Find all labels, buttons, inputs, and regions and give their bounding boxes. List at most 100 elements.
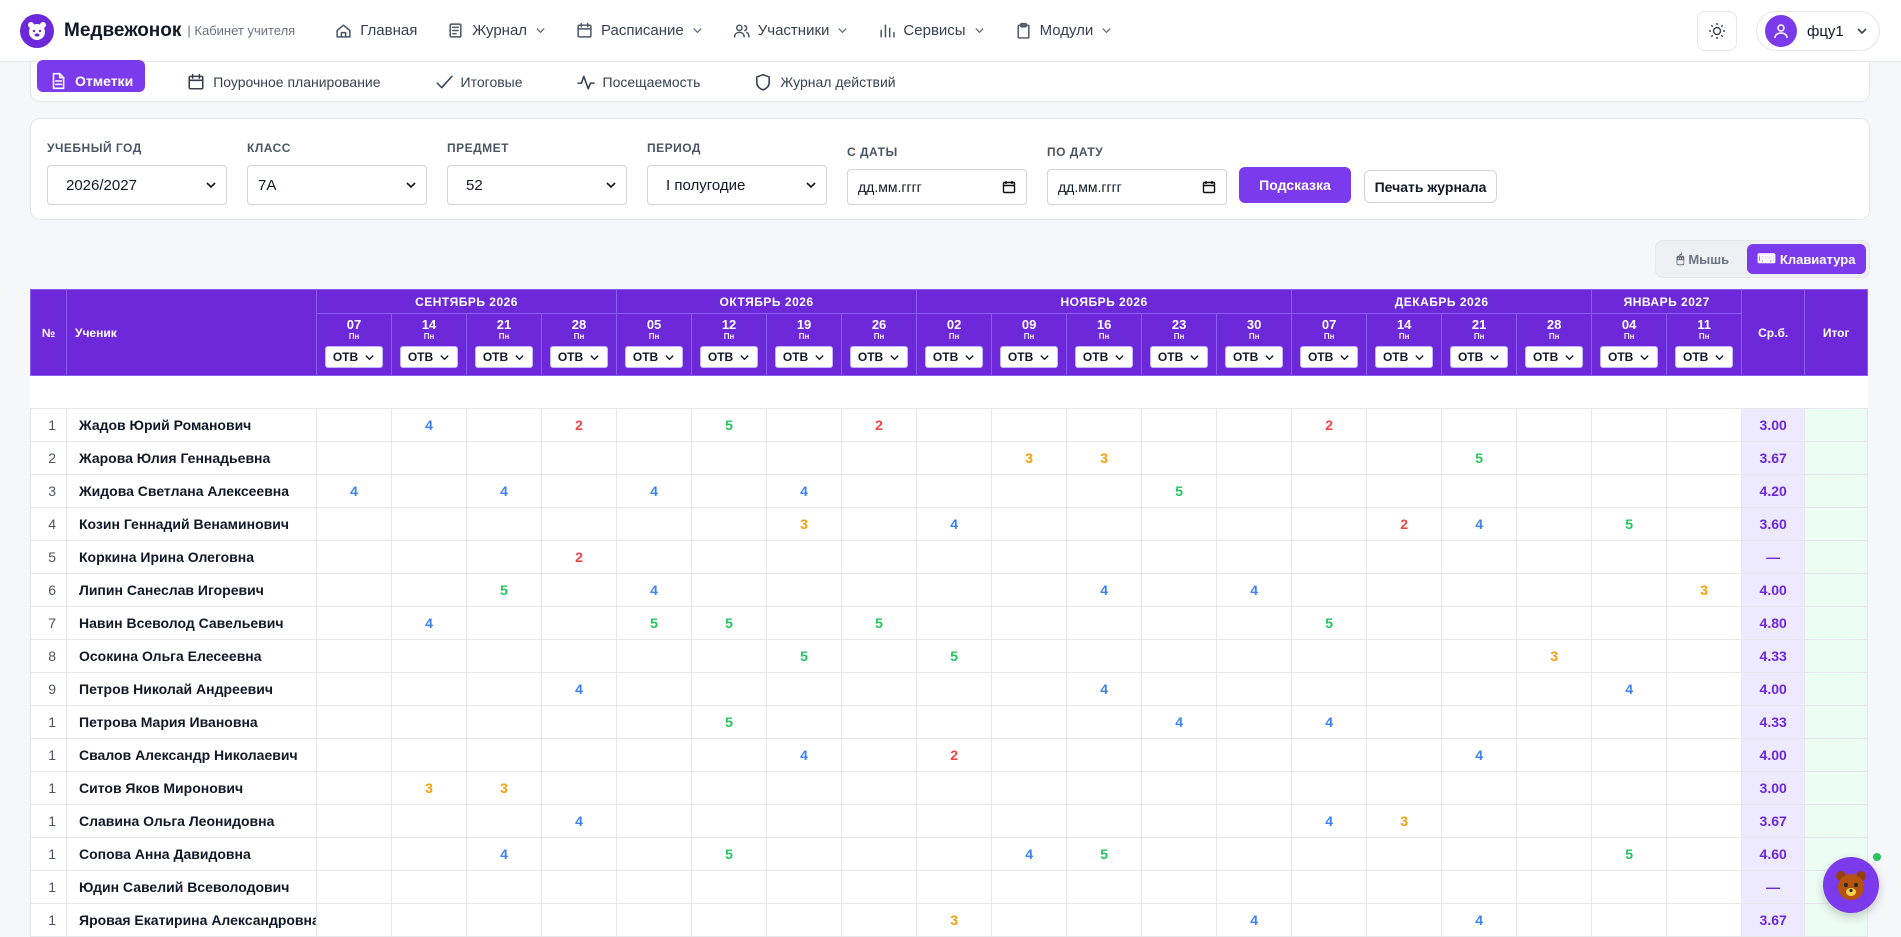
grade-cell[interactable] xyxy=(1591,738,1668,772)
grade-cell[interactable] xyxy=(1291,507,1368,541)
grade-cell[interactable] xyxy=(1441,771,1518,805)
grade-cell[interactable]: 5 xyxy=(1441,441,1518,475)
tab-0[interactable]: Отметки xyxy=(37,59,146,92)
grade-cell[interactable] xyxy=(991,507,1068,541)
student-name[interactable]: Петров Николай Андреевич xyxy=(66,672,317,706)
grade-cell[interactable] xyxy=(691,738,768,772)
grade-cell[interactable] xyxy=(391,540,467,574)
grade-cell[interactable] xyxy=(540,870,618,904)
grade-cell[interactable] xyxy=(1066,771,1143,805)
grade-cell[interactable]: 4 xyxy=(1591,672,1668,706)
grade-cell[interactable] xyxy=(691,474,768,508)
grade-cell[interactable] xyxy=(1441,474,1518,508)
grade-cell[interactable] xyxy=(1441,540,1518,574)
grade-cell[interactable] xyxy=(316,804,392,838)
grade-cell[interactable] xyxy=(1216,804,1293,838)
grade-cell[interactable] xyxy=(1141,870,1218,904)
grade-cell[interactable] xyxy=(616,804,693,838)
grade-cell[interactable] xyxy=(1666,540,1743,574)
grade-cell[interactable] xyxy=(466,672,542,706)
grade-cell[interactable] xyxy=(1666,738,1743,772)
grade-cell[interactable] xyxy=(1441,672,1518,706)
grade-cell[interactable] xyxy=(766,573,843,607)
grade-cell[interactable] xyxy=(1516,507,1593,541)
grade-cell[interactable] xyxy=(1366,540,1443,574)
grade-cell[interactable] xyxy=(1066,705,1143,739)
period-select[interactable]: I полугодие xyxy=(647,165,827,205)
nav-item-5[interactable]: Модули xyxy=(1015,22,1113,39)
theme-toggle-button[interactable] xyxy=(1697,11,1737,51)
grade-cell[interactable] xyxy=(1291,771,1368,805)
grade-cell[interactable] xyxy=(691,573,768,607)
student-name[interactable]: Ситов Яков Миронович xyxy=(66,771,317,805)
grade-cell[interactable] xyxy=(1666,474,1743,508)
mark-type-select[interactable]: ОТВ xyxy=(475,346,533,368)
grade-cell[interactable] xyxy=(991,903,1068,937)
from-date-input[interactable]: дд.мм.гггг xyxy=(847,169,1027,205)
grade-cell[interactable] xyxy=(1516,870,1593,904)
grade-cell[interactable] xyxy=(766,870,843,904)
grade-cell[interactable]: 4 xyxy=(1441,738,1518,772)
grade-cell[interactable] xyxy=(1291,540,1368,574)
grade-cell[interactable] xyxy=(841,573,918,607)
grade-cell[interactable] xyxy=(1591,771,1668,805)
grade-cell[interactable] xyxy=(991,540,1068,574)
grade-cell[interactable] xyxy=(1066,738,1143,772)
grade-cell[interactable] xyxy=(1441,837,1518,871)
grade-cell[interactable] xyxy=(766,540,843,574)
grade-cell[interactable] xyxy=(916,870,993,904)
grade-cell[interactable] xyxy=(991,738,1068,772)
student-name[interactable]: Свалов Александр Николаевич xyxy=(66,738,317,772)
mark-type-select[interactable]: ОТВ xyxy=(1150,346,1209,368)
mark-type-select[interactable]: ОТВ xyxy=(1225,346,1284,368)
grade-cell[interactable] xyxy=(391,507,467,541)
grade-cell[interactable] xyxy=(316,870,392,904)
grade-cell[interactable] xyxy=(916,804,993,838)
final-grade-cell[interactable] xyxy=(1804,804,1869,838)
grade-cell[interactable] xyxy=(391,705,467,739)
grade-cell[interactable] xyxy=(466,738,542,772)
grade-cell[interactable]: 2 xyxy=(916,738,993,772)
grade-cell[interactable] xyxy=(316,540,392,574)
grade-cell[interactable] xyxy=(991,606,1068,640)
keyboard-mode-button[interactable]: ⌨ Клавиатура xyxy=(1746,244,1866,274)
final-grade-cell[interactable] xyxy=(1804,606,1869,640)
final-grade-cell[interactable] xyxy=(1804,540,1869,574)
mark-type-select[interactable]: ОТВ xyxy=(775,346,834,368)
grade-cell[interactable] xyxy=(391,672,467,706)
grade-cell[interactable] xyxy=(766,705,843,739)
final-grade-cell[interactable] xyxy=(1804,573,1869,607)
grade-cell[interactable] xyxy=(916,540,993,574)
grade-cell[interactable] xyxy=(1591,804,1668,838)
grade-cell[interactable]: 5 xyxy=(1591,507,1668,541)
grade-cell[interactable] xyxy=(316,903,392,937)
grade-cell[interactable] xyxy=(1666,837,1743,871)
student-name[interactable]: Жарова Юлия Геннадьевна xyxy=(66,441,317,475)
mark-type-select[interactable]: ОТВ xyxy=(1525,346,1584,368)
grade-cell[interactable] xyxy=(1666,771,1743,805)
student-name[interactable]: Юдин Савелий Всеволодович xyxy=(66,870,317,904)
grade-cell[interactable] xyxy=(841,837,918,871)
grade-cell[interactable] xyxy=(1141,507,1218,541)
grade-cell[interactable]: 4 xyxy=(766,474,843,508)
tab-3[interactable]: Посещаемость xyxy=(565,66,713,98)
brand[interactable]: Медвежонок | Кабинет учителя xyxy=(20,13,295,48)
grade-cell[interactable] xyxy=(1441,408,1518,442)
grade-cell[interactable] xyxy=(616,507,693,541)
grade-cell[interactable] xyxy=(316,837,392,871)
student-name[interactable]: Жидова Светлана Алексеевна xyxy=(66,474,317,508)
grade-cell[interactable] xyxy=(991,771,1068,805)
grade-cell[interactable] xyxy=(1291,573,1368,607)
grade-cell[interactable]: 5 xyxy=(691,606,768,640)
student-name[interactable]: Осокина Ольга Елесеевна xyxy=(66,639,317,673)
grade-cell[interactable] xyxy=(691,870,768,904)
grade-cell[interactable] xyxy=(1066,474,1143,508)
grade-cell[interactable]: 4 xyxy=(766,738,843,772)
grade-cell[interactable] xyxy=(1516,408,1593,442)
grade-cell[interactable] xyxy=(1591,606,1668,640)
mark-type-select[interactable]: ОТВ xyxy=(1000,346,1059,368)
grade-cell[interactable] xyxy=(540,573,618,607)
mark-type-select[interactable]: ОТВ xyxy=(550,346,609,368)
student-name[interactable]: Навин Всеволод Савельевич xyxy=(66,606,317,640)
grade-cell[interactable]: 5 xyxy=(1291,606,1368,640)
